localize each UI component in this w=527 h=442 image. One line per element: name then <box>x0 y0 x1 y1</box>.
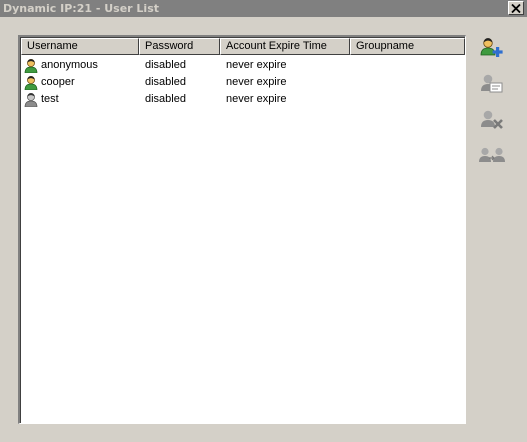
password-cell: disabled <box>145 76 186 88</box>
column-header-groupname[interactable]: Groupname <box>350 38 465 55</box>
username-cell: anonymous <box>41 59 98 71</box>
expire-cell: never expire <box>226 76 287 88</box>
expire-cell: never expire <box>226 93 287 105</box>
column-header-username[interactable]: Username <box>21 38 139 55</box>
password-cell: disabled <box>145 59 186 71</box>
edit-user-icon <box>481 74 503 93</box>
table-header: Username Password Account Expire Time Gr… <box>21 38 465 55</box>
user-list[interactable]: Username Password Account Expire Time Gr… <box>18 35 466 424</box>
close-button[interactable] <box>508 1 524 15</box>
column-header-password[interactable]: Password <box>139 38 220 55</box>
username-cell: cooper <box>41 76 75 88</box>
table-row[interactable]: cooper disabled never expire <box>21 74 465 91</box>
user-list-window: Dynamic IP:21 - User List Username Passw… <box>0 0 527 442</box>
password-cell: disabled <box>145 93 186 105</box>
user-disabled-icon <box>24 93 38 107</box>
copy-user-button[interactable] <box>478 142 506 166</box>
delete-user-button[interactable] <box>478 106 506 130</box>
edit-user-button[interactable] <box>478 70 506 94</box>
expire-cell: never expire <box>226 59 287 71</box>
add-user-button[interactable] <box>478 34 506 58</box>
delete-user-icon <box>481 110 503 129</box>
column-header-expire[interactable]: Account Expire Time <box>220 38 350 55</box>
table-row[interactable]: test disabled never expire <box>21 91 465 108</box>
user-icon <box>24 59 38 73</box>
user-icon <box>24 76 38 90</box>
window-title: Dynamic IP:21 - User List <box>3 2 160 15</box>
username-cell: test <box>41 93 59 105</box>
table-row[interactable]: anonymous disabled never expire <box>21 57 465 74</box>
copy-user-icon <box>479 147 505 162</box>
close-icon <box>511 3 521 13</box>
add-user-icon <box>480 38 503 57</box>
title-bar[interactable]: Dynamic IP:21 - User List <box>0 0 527 17</box>
